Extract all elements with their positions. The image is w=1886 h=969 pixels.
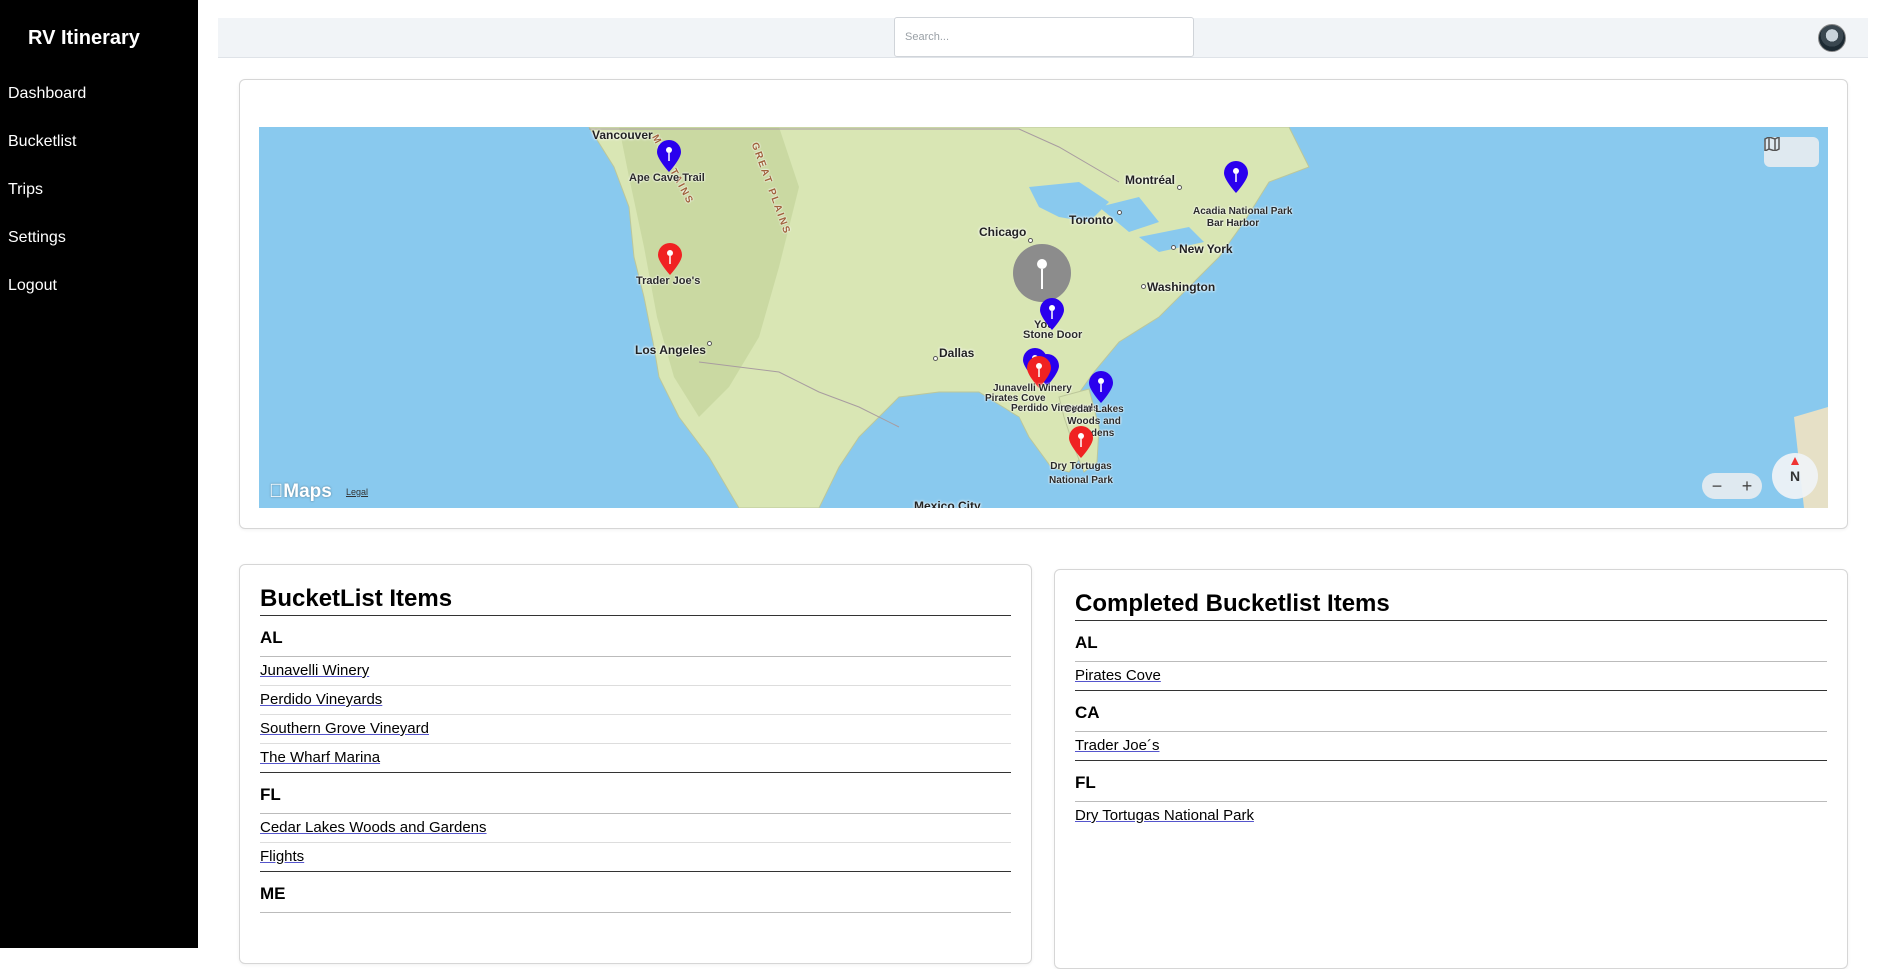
- pin-label: Trader Joe's: [636, 275, 701, 287]
- sidebar-item-trips[interactable]: Trips: [8, 181, 43, 199]
- completed-title: Completed Bucketlist Items: [1075, 590, 1827, 621]
- list-item[interactable]: Southern Grove Vineyard: [260, 715, 1011, 744]
- city-dot: [1117, 210, 1122, 215]
- city-dot: [1171, 245, 1176, 250]
- city-dot: [933, 356, 938, 361]
- bucketlist-card: BucketList Items AL Junavelli Winery Per…: [239, 564, 1032, 964]
- app-title: RV Itinerary: [28, 27, 140, 49]
- city-label: New York: [1179, 242, 1233, 256]
- avatar[interactable]: [1818, 24, 1846, 52]
- city-label: Montréal: [1125, 173, 1176, 187]
- state-heading: ME: [260, 872, 1011, 913]
- state-heading: CA: [1075, 691, 1827, 732]
- city-label: Mexico City: [914, 499, 981, 508]
- zoom-control: − +: [1702, 473, 1762, 499]
- city-label: Washington: [1147, 280, 1216, 294]
- pin-label: Stone Door: [1023, 329, 1083, 341]
- state-heading: AL: [1075, 621, 1827, 662]
- pin-label: Acadia National Park Bar Harbor: [1193, 206, 1293, 229]
- map-type-button[interactable]: [1764, 137, 1819, 167]
- sidebar-item-settings[interactable]: Settings: [8, 229, 66, 247]
- map-pin-stone-door[interactable]: [1038, 297, 1066, 331]
- zoom-in-button[interactable]: +: [1742, 476, 1753, 497]
- sidebar-item-bucketlist[interactable]: Bucketlist: [8, 133, 76, 151]
- bucketlist-title: BucketList Items: [260, 585, 1011, 616]
- top-bar: [218, 17, 1868, 58]
- list-item[interactable]: Flights: [260, 843, 1011, 872]
- maps-attribution: Maps: [269, 481, 332, 502]
- map-pin-cedar-lakes[interactable]: [1087, 370, 1115, 404]
- list-item[interactable]: Perdido Vineyards: [260, 686, 1011, 715]
- state-heading: FL: [1075, 761, 1827, 802]
- city-label: Chicago: [979, 225, 1027, 239]
- city-label: Toronto: [1069, 213, 1114, 227]
- list-item[interactable]: Junavelli Winery: [260, 657, 1011, 686]
- list-item[interactable]: The Wharf Marina: [260, 744, 1011, 773]
- pin-label: Dry Tortugas National Park: [1049, 461, 1113, 486]
- city-dot: [1177, 185, 1182, 190]
- completed-card: Completed Bucketlist Items AL Pirates Co…: [1054, 569, 1848, 969]
- city-dot: [1141, 284, 1146, 289]
- search-input[interactable]: [894, 17, 1194, 57]
- list-item[interactable]: Dry Tortugas National Park: [1075, 802, 1827, 830]
- map-pin-ape-cave-trail[interactable]: [655, 139, 683, 173]
- legal-link[interactable]: Legal: [346, 487, 368, 497]
- map-pin-dry-tortugas[interactable]: [1067, 425, 1095, 459]
- city-dot: [707, 341, 712, 346]
- sidebar-item-logout[interactable]: Logout: [8, 277, 57, 295]
- map-view[interactable]: MOUNTAINS GREAT PLAINS Vancouver Los Ang…: [259, 127, 1828, 508]
- city-label: Vancouver: [592, 128, 653, 142]
- map-icon: [1764, 137, 1780, 151]
- pin-label: Ape Cave Trail: [629, 172, 705, 184]
- sidebar-item-dashboard[interactable]: Dashboard: [8, 85, 86, 103]
- compass-button[interactable]: N: [1772, 453, 1818, 499]
- map-pin-you[interactable]: [1012, 243, 1072, 303]
- city-label: Dallas: [939, 346, 975, 360]
- list-item[interactable]: Cedar Lakes Woods and Gardens: [260, 814, 1011, 843]
- list-item[interactable]: Pirates Cove: [1075, 662, 1827, 691]
- map-pin-acadia[interactable]: [1222, 160, 1250, 194]
- state-heading: AL: [260, 616, 1011, 657]
- compass-label: N: [1789, 468, 1801, 484]
- list-item[interactable]: Trader Joe´s: [1075, 732, 1827, 761]
- map-pin-trader-joes[interactable]: [656, 242, 684, 276]
- apple-logo-icon: : [269, 481, 283, 502]
- zoom-out-button[interactable]: −: [1712, 476, 1723, 497]
- city-label: Los Angeles: [635, 343, 706, 357]
- state-heading: FL: [260, 773, 1011, 814]
- sidebar: RV Itinerary Dashboard Bucketlist Trips …: [0, 0, 198, 948]
